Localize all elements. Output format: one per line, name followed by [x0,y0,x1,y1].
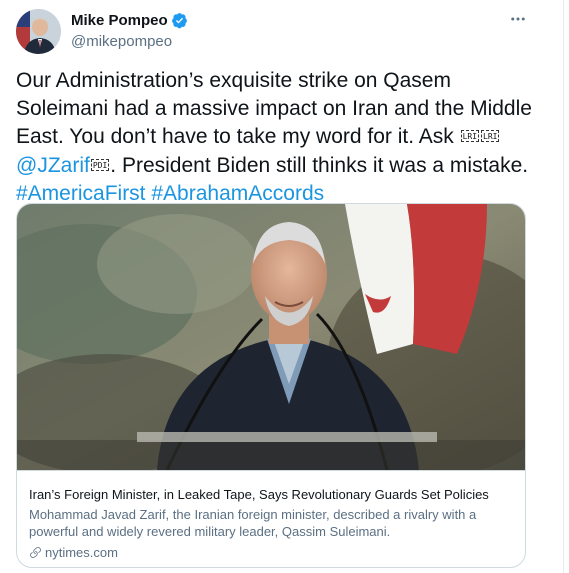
tweet-text-part2: . President Biden still thinks it was a … [110,153,529,177]
card-domain-row: nytimes.com [29,545,118,560]
card-description: Mohammad Javad Zarif, the Iranian foreig… [29,507,477,539]
card-title: Iran’s Foreign Minister, in Leaked Tape,… [29,487,489,502]
lri-control-char: LRI [460,130,480,143]
author-handle[interactable]: @mikepompeo [71,33,172,50]
pdi-control-char: PDI [90,158,110,171]
card-image[interactable] [17,204,525,474]
more-options-button[interactable] [505,6,531,32]
tweet[interactable]: Mike Pompeo @mikepompeo Our Administrati… [0,0,563,573]
card-body[interactable]: Iran’s Foreign Minister, in Leaked Tape,… [17,470,525,567]
lri-control-char: LRI [481,130,500,143]
timeline-divider [563,0,564,573]
more-horizontal-icon [511,17,525,21]
tweet-text-part1: Our Administration’s exquisite strike on… [16,69,532,149]
link-icon [30,547,41,558]
card-domain: nytimes.com [45,545,118,560]
tweet-text: Our Administration’s exquisite strike on… [16,67,536,208]
verified-badge-icon [171,13,187,29]
author-name[interactable]: Mike Pompeo [71,12,168,29]
hashtag-link[interactable]: #AbrahamAccords [151,182,324,205]
hashtag-link[interactable]: #AmericaFirst [16,182,146,205]
author-row: Mike Pompeo [71,12,188,29]
link-preview-card[interactable]: Iran’s Foreign Minister, in Leaked Tape,… [16,203,526,568]
avatar[interactable] [16,9,61,54]
mention-link[interactable]: @JZarif [16,154,90,177]
